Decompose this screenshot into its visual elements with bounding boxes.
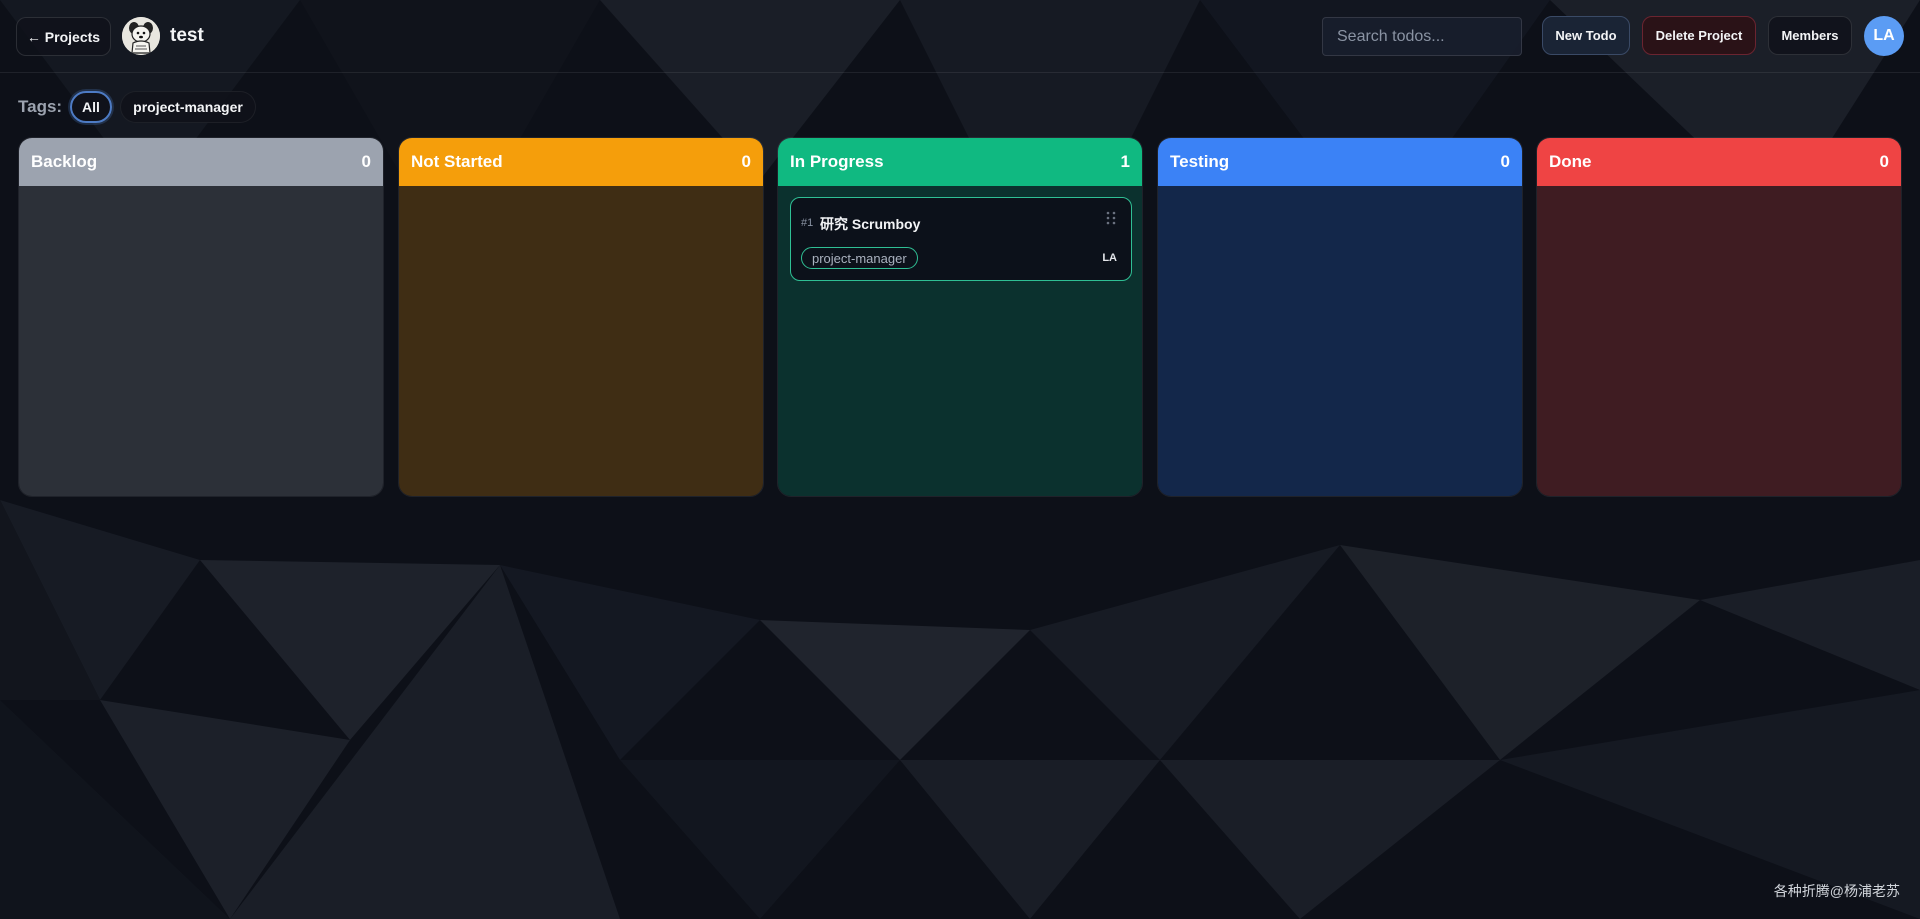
column-count: 1 xyxy=(1120,152,1130,171)
column-done: Done 0 xyxy=(1536,137,1902,497)
column-count: 0 xyxy=(741,152,751,171)
column-dropzone[interactable] xyxy=(399,186,763,496)
column-header: Backlog 0 xyxy=(19,138,383,186)
column-count: 0 xyxy=(361,152,371,171)
tag-filter-all[interactable]: All xyxy=(70,91,112,123)
top-bar: ← Projects test New Todo Delete Project … xyxy=(0,0,1920,73)
column-testing: Testing 0 xyxy=(1157,137,1523,497)
search-todos-input[interactable] xyxy=(1322,17,1522,56)
column-header: Testing 0 xyxy=(1158,138,1522,186)
column-dropzone[interactable] xyxy=(1158,186,1522,496)
todo-title: 研究 Scrumboy xyxy=(820,216,921,232)
dog-mascot-icon xyxy=(122,17,160,55)
members-button[interactable]: Members xyxy=(1768,16,1852,55)
column-title: Done xyxy=(1549,152,1592,171)
drag-handle-icon[interactable] xyxy=(1105,210,1117,226)
column-in-progress: In Progress 1 #1 研究 Scrumboy project-man… xyxy=(777,137,1143,497)
delete-project-button[interactable]: Delete Project xyxy=(1642,16,1756,55)
back-to-projects-button[interactable]: ← Projects xyxy=(16,17,111,56)
column-backlog: Backlog 0 xyxy=(18,137,384,497)
project-title: test xyxy=(170,25,204,46)
column-title: Testing xyxy=(1170,152,1230,171)
user-avatar[interactable]: LA xyxy=(1864,16,1904,56)
column-header: In Progress 1 xyxy=(778,138,1142,186)
todo-assignee: LA xyxy=(1102,252,1117,264)
column-not-started: Not Started 0 xyxy=(398,137,764,497)
column-count: 0 xyxy=(1879,152,1889,171)
column-dropzone[interactable] xyxy=(19,186,383,496)
tags-label: Tags: xyxy=(18,97,63,116)
todo-card[interactable]: #1 研究 Scrumboy project-manager LA xyxy=(790,197,1132,281)
new-todo-button[interactable]: New Todo xyxy=(1542,16,1630,55)
column-title: Backlog xyxy=(31,152,98,171)
todo-tag[interactable]: project-manager xyxy=(801,247,918,269)
column-dropzone[interactable]: #1 研究 Scrumboy project-manager LA xyxy=(778,186,1142,496)
column-header: Done 0 xyxy=(1537,138,1901,186)
column-header: Not Started 0 xyxy=(399,138,763,186)
todo-id: #1 xyxy=(801,217,814,229)
column-count: 0 xyxy=(1500,152,1510,171)
tag-filter-project-manager[interactable]: project-manager xyxy=(120,91,256,123)
column-title: Not Started xyxy=(411,152,503,171)
watermark-text: 各种折腾@杨浦老苏 xyxy=(1773,883,1900,899)
column-dropzone[interactable] xyxy=(1537,186,1901,496)
column-title: In Progress xyxy=(790,152,884,171)
